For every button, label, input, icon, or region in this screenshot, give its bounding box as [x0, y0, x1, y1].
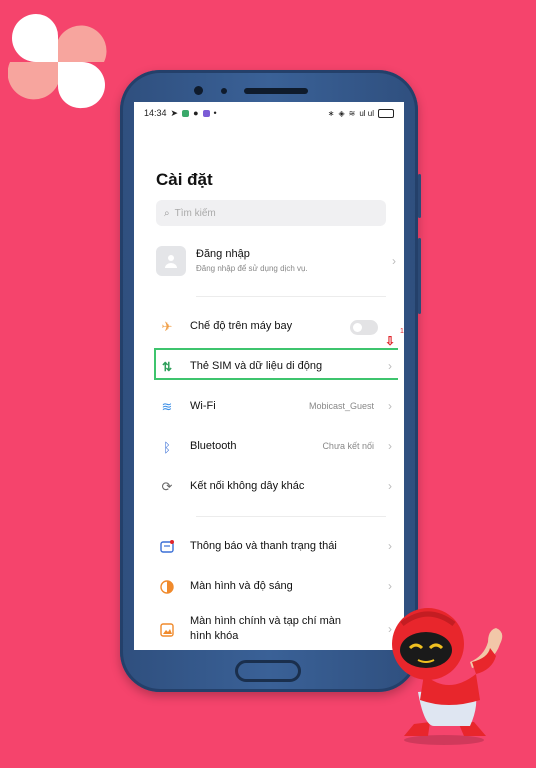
login-title: Đăng nhập [196, 248, 250, 260]
status-time: 14:34 [144, 108, 167, 118]
page-title: Cài đặt [156, 170, 213, 189]
connection-icon: ⟳ [161, 479, 173, 494]
phone-screen: 14:34 ➤ ● • ∗ ◈ ≋ ul ul Cài đặt ⌕ Tìm ki… [134, 102, 404, 650]
chevron-right-icon: › [388, 479, 392, 493]
person-icon [165, 255, 177, 268]
settings-item-wifi[interactable]: ≋ Wi-Fi Mobicast_Guest › [134, 392, 404, 422]
wifi-icon: ≋ [161, 399, 173, 414]
display-brightness-label: Màn hình và độ sáng [190, 580, 293, 592]
navigation-icon: ➤ [170, 107, 179, 118]
login-subtitle: Đăng nhập để sử dụng dịch vụ. [196, 264, 308, 273]
wifi-label: Wi-Fi [190, 400, 216, 412]
signal-icon: ul ul [359, 108, 374, 118]
notifications-label: Thông báo và thanh trạng thái [190, 540, 337, 552]
airplane-icon: ✈ [161, 319, 173, 334]
airplane-mode-toggle[interactable] [350, 320, 378, 335]
power-button [418, 174, 421, 218]
search-input[interactable]: ⌕ Tìm kiếm [156, 200, 386, 226]
phone-frame: 14:34 ➤ ● • ∗ ◈ ≋ ul ul Cài đặt ⌕ Tìm ki… [120, 70, 421, 692]
notification-dot-icon: ● [193, 108, 199, 118]
wifi-network-value: Mobicast_Guest [308, 401, 374, 411]
search-icon: ⌕ [164, 207, 170, 219]
settings-item-notifications[interactable]: Thông báo và thanh trạng thái › [134, 532, 404, 562]
bluetooth-status-icon: ∗ [327, 108, 335, 118]
divider [196, 516, 386, 517]
step-number: 1 [400, 328, 404, 335]
sensor [221, 88, 227, 94]
chevron-right-icon: › [388, 399, 392, 413]
settings-item-display-brightness[interactable]: Màn hình và độ sáng › [134, 572, 404, 602]
divider [196, 296, 386, 297]
vibrate-icon: ◈ [338, 108, 345, 118]
settings-item-home-lockscreen[interactable]: Màn hình chính và tạp chí màn hình khóa … [134, 612, 404, 646]
home-lockscreen-label: Màn hình chính và tạp chí màn hình khóa [190, 615, 342, 642]
settings-item-airplane-mode[interactable]: ✈ Chế độ trên máy bay [134, 312, 404, 342]
battery-icon [378, 108, 394, 118]
chevron-right-icon: › [388, 439, 392, 453]
settings-item-other-wireless[interactable]: ⟳ Kết nối không dây khác › [134, 472, 404, 502]
bluetooth-status-value: Chưa kết nối [322, 441, 374, 451]
more-dot-icon: • [213, 108, 217, 118]
brand-logo [8, 14, 107, 109]
mascot-illustration [392, 608, 503, 745]
settings-item-bluetooth[interactable]: ᛒ Bluetooth Chưa kết nối › [134, 432, 404, 462]
volume-button [418, 238, 421, 314]
earpiece-speaker [244, 88, 308, 94]
chevron-right-icon: › [388, 579, 392, 593]
wallpaper-icon [158, 621, 176, 639]
airplane-mode-label: Chế độ trên máy bay [190, 320, 293, 332]
phone-top-bezel [120, 84, 418, 100]
search-placeholder: Tìm kiếm [174, 207, 216, 219]
other-wireless-label: Kết nối không dây khác [190, 480, 305, 492]
bluetooth-icon: ᛒ [163, 439, 171, 455]
home-button[interactable] [235, 660, 301, 682]
highlight-box [154, 348, 398, 380]
app-icon [202, 109, 210, 117]
arrow-down-icon: ⇩ [385, 334, 396, 348]
login-item[interactable]: Đăng nhập Đăng nhập để sử dụng dịch vụ. … [156, 244, 396, 278]
chevron-right-icon: › [388, 539, 392, 553]
brightness-icon [158, 578, 176, 596]
bluetooth-label: Bluetooth [190, 440, 237, 452]
front-camera [194, 86, 203, 95]
chevron-right-icon: › [392, 254, 396, 268]
notification-icon [158, 538, 176, 556]
app-icon [182, 109, 190, 117]
avatar [156, 246, 186, 276]
wifi-status-icon: ≋ [348, 108, 356, 118]
status-bar: 14:34 ➤ ● • ∗ ◈ ≋ ul ul [134, 102, 404, 124]
